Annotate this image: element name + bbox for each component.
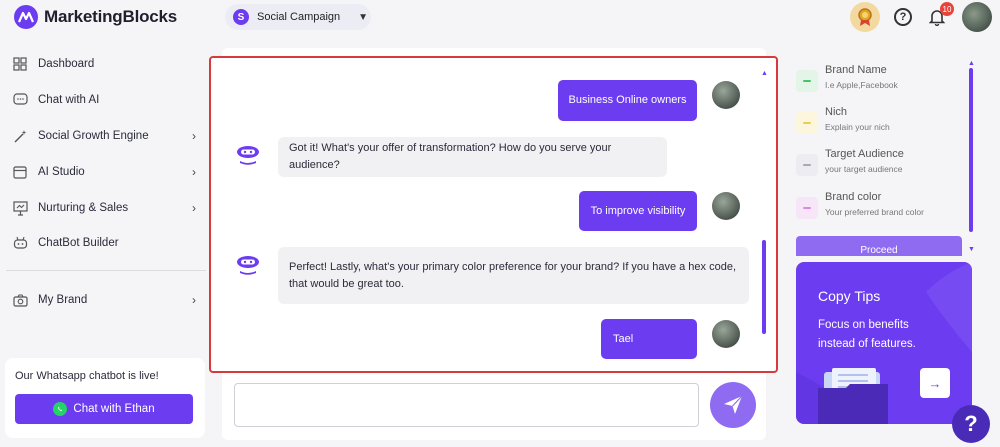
chat-scrollbar[interactable] [762, 240, 766, 334]
field-title: Brand Name [825, 64, 887, 76]
next-tip-button[interactable]: → [920, 368, 950, 398]
bot-message: Got it! What's your offer of transformat… [278, 137, 667, 177]
status-chip-icon [796, 197, 818, 219]
status-chip-icon [796, 154, 818, 176]
chat-icon [12, 92, 28, 108]
tips-text: Focus on benefits instead of features. [818, 319, 916, 350]
notification-badge: 10 [940, 2, 954, 16]
message-input[interactable] [234, 383, 699, 427]
message-text: Tael [613, 332, 634, 345]
sidebar-item-label: Chat with AI [38, 94, 100, 106]
user-message-avatar [712, 81, 740, 109]
presentation-icon [12, 200, 28, 216]
whatsapp-card: Our Whatsapp chatbot is live! Chat with … [5, 358, 205, 438]
field-subtitle: Explain your nich [825, 122, 890, 132]
send-button[interactable] [710, 382, 756, 428]
chat-messages-area[interactable]: Business Online owners Got it! What's yo… [209, 56, 778, 373]
sidebar-item-chat-with-ai[interactable]: Chat with AI [12, 89, 196, 111]
brand-name: MarketingBlocks [44, 7, 178, 26]
target-audience-field[interactable]: Target Audience your target audience [796, 148, 966, 184]
scroll-up-icon[interactable]: ▲ [761, 70, 768, 77]
help-chat-button[interactable]: ? [952, 405, 990, 443]
message-text: To improve visibility [590, 204, 686, 217]
top-bar: MarketingBlocks S Social Campaign ▼ ? 10 [0, 0, 1000, 38]
sidebar-item-social-growth-engine[interactable]: Social Growth Engine › [12, 125, 196, 147]
whatsapp-icon [53, 402, 68, 416]
sidebar-item-label: Social Growth Engine [38, 130, 149, 142]
chat-with-ethan-label: Chat with Ethan [73, 403, 155, 415]
sidebar-item-dashboard[interactable]: Dashboard [12, 53, 196, 75]
brand-color-field[interactable]: Brand color Your preferred brand color [796, 191, 966, 227]
chevron-right-icon: › [192, 129, 196, 143]
chevron-right-icon: › [192, 293, 196, 307]
bot-avatar-icon [237, 256, 259, 275]
logo-mark-icon [14, 5, 38, 29]
status-chip-icon [796, 112, 818, 134]
user-message-avatar [712, 320, 740, 348]
award-icon[interactable] [850, 2, 880, 32]
chat-with-ethan-button[interactable]: Chat with Ethan [15, 394, 193, 424]
brand-panel-scrollbar[interactable] [969, 68, 973, 232]
message-text: Perfect! Lastly, what's your primary col… [289, 260, 737, 290]
magic-wand-icon [12, 128, 28, 144]
field-title: Target Audience [825, 148, 904, 160]
grid-icon [12, 56, 28, 72]
user-avatar[interactable] [962, 2, 992, 32]
sidebar-item-ai-studio[interactable]: AI Studio › [12, 161, 196, 183]
campaign-badge: S [233, 9, 249, 25]
message-text: Business Online owners [568, 94, 687, 106]
scroll-down-icon[interactable]: ▼ [968, 246, 975, 253]
arrow-right-icon: → [928, 375, 942, 391]
tips-title: Copy Tips [818, 288, 881, 304]
question-icon: ? [964, 411, 978, 436]
proceed-label: Proceed [860, 244, 898, 256]
camera-icon [12, 292, 28, 308]
studio-icon [12, 164, 28, 180]
sidebar-item-label: Dashboard [38, 58, 95, 70]
sidebar-item-my-brand[interactable]: My Brand › [12, 289, 196, 311]
send-icon [724, 395, 743, 414]
notifications-button[interactable]: 10 [926, 2, 954, 28]
nich-field[interactable]: Nich Explain your nich [796, 106, 966, 142]
bot-avatar-icon [237, 146, 259, 165]
message-text: Got it! What's your offer of transformat… [289, 142, 612, 171]
campaign-selector[interactable]: S Social Campaign ▼ [225, 4, 371, 30]
field-title: Brand color [825, 191, 882, 203]
sidebar-item-chatbot-builder[interactable]: ChatBot Builder [12, 232, 196, 254]
bot-message: Perfect! Lastly, what's your primary col… [278, 247, 749, 304]
field-subtitle: Your preferred brand color [825, 207, 924, 217]
chevron-right-icon: › [192, 165, 196, 179]
sidebar-item-label: My Brand [38, 294, 88, 306]
field-subtitle: your target audience [825, 164, 903, 174]
user-message: Business Online owners [558, 80, 697, 121]
sidebar: Dashboard Chat with AI Social Growth Eng… [0, 44, 212, 447]
scroll-up-icon[interactable]: ▲ [968, 60, 975, 67]
user-message-avatar [712, 192, 740, 220]
field-title: Nich [825, 106, 848, 118]
sidebar-item-label: Nurturing & Sales [38, 202, 129, 214]
folder-illustration-icon [818, 368, 888, 424]
sidebar-item-nurturing-sales[interactable]: Nurturing & Sales › [12, 197, 196, 219]
sidebar-item-label: ChatBot Builder [38, 237, 119, 249]
sidebar-divider [6, 270, 206, 271]
copy-tips-card: Copy Tips Focus on benefits instead of f… [796, 262, 972, 424]
proceed-button[interactable]: Proceed [796, 236, 962, 256]
chevron-right-icon: › [192, 201, 196, 215]
user-message: Tael [601, 319, 697, 359]
brand-name-field[interactable]: Brand Name I.e Apple,Facebook [796, 64, 966, 100]
sidebar-item-label: AI Studio [38, 166, 85, 178]
whatsapp-announcement: Our Whatsapp chatbot is live! [15, 370, 159, 382]
campaign-name: Social Campaign [257, 11, 341, 23]
top-actions: ? 10 [850, 2, 992, 32]
status-chip-icon [796, 70, 818, 92]
help-icon[interactable]: ? [894, 8, 912, 26]
chevron-down-icon: ▼ [358, 11, 369, 23]
user-message: To improve visibility [579, 191, 697, 231]
bot-icon [12, 235, 28, 251]
logo[interactable]: MarketingBlocks [14, 5, 177, 29]
field-subtitle: I.e Apple,Facebook [825, 80, 898, 90]
